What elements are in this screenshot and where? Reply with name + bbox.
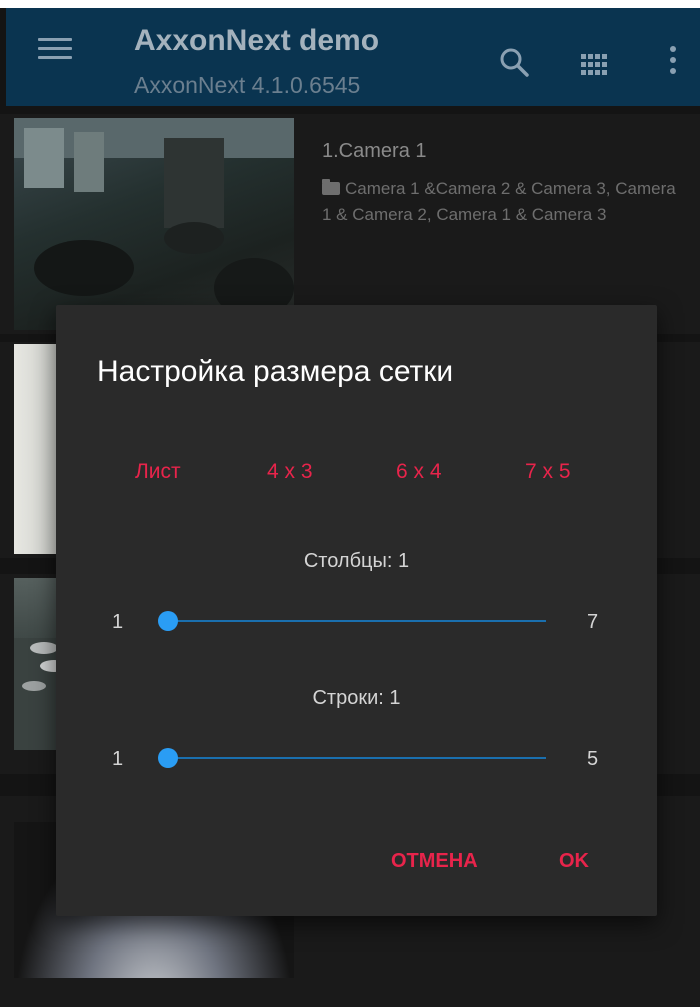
- dialog-title: Настройка размера сетки: [97, 355, 454, 388]
- grid-layout-icon[interactable]: [581, 54, 607, 76]
- status-strip: [0, 0, 700, 8]
- rows-caption: Строки: 1: [312, 687, 401, 709]
- app-bar: AxxonNext demo AxxonNext 4.1.0.6545: [6, 8, 700, 106]
- search-icon[interactable]: [496, 44, 532, 80]
- columns-slider-track[interactable]: [168, 620, 546, 622]
- columns-slider-thumb[interactable]: [158, 611, 178, 631]
- columns-caption: Столбцы: 1: [303, 550, 410, 572]
- rows-min-label: 1: [112, 748, 124, 770]
- grid-size-dialog: Настройка размера сетки Лист 4 x 3 6 x 4…: [56, 305, 657, 916]
- app-subtitle: AxxonNext 4.1.0.6545: [134, 72, 361, 98]
- rows-max-label: 5: [587, 748, 599, 770]
- preset-7x5-button[interactable]: 7 x 5: [525, 460, 571, 484]
- camera-thumbnail[interactable]: [14, 118, 294, 330]
- ok-button[interactable]: OK: [559, 850, 589, 873]
- app-title: AxxonNext demo: [134, 24, 380, 57]
- camera-folder-path: Camera 1 &Camera 2 & Camera 3, Camera 1 …: [322, 176, 677, 228]
- preset-6x4-button[interactable]: 6 x 4: [396, 460, 442, 484]
- columns-max-label: 7: [587, 611, 599, 633]
- preset-sheet-button[interactable]: Лист: [135, 460, 181, 484]
- columns-min-label: 1: [112, 611, 124, 633]
- folder-icon: [322, 179, 340, 195]
- overflow-menu-icon[interactable]: [667, 46, 679, 82]
- cancel-button[interactable]: ОТМЕНА: [391, 850, 478, 873]
- camera-folder-text: Camera 1 &Camera 2 & Camera 3, Camera 1 …: [322, 179, 676, 224]
- hamburger-menu-icon[interactable]: [38, 38, 72, 68]
- preset-4x3-button[interactable]: 4 x 3: [267, 460, 313, 484]
- rows-slider-track[interactable]: [168, 757, 546, 759]
- camera-card[interactable]: 1.Camera 1 Camera 1 &Camera 2 & Camera 3…: [0, 114, 700, 334]
- rows-slider-thumb[interactable]: [158, 748, 178, 768]
- camera-name: 1.Camera 1: [322, 140, 427, 162]
